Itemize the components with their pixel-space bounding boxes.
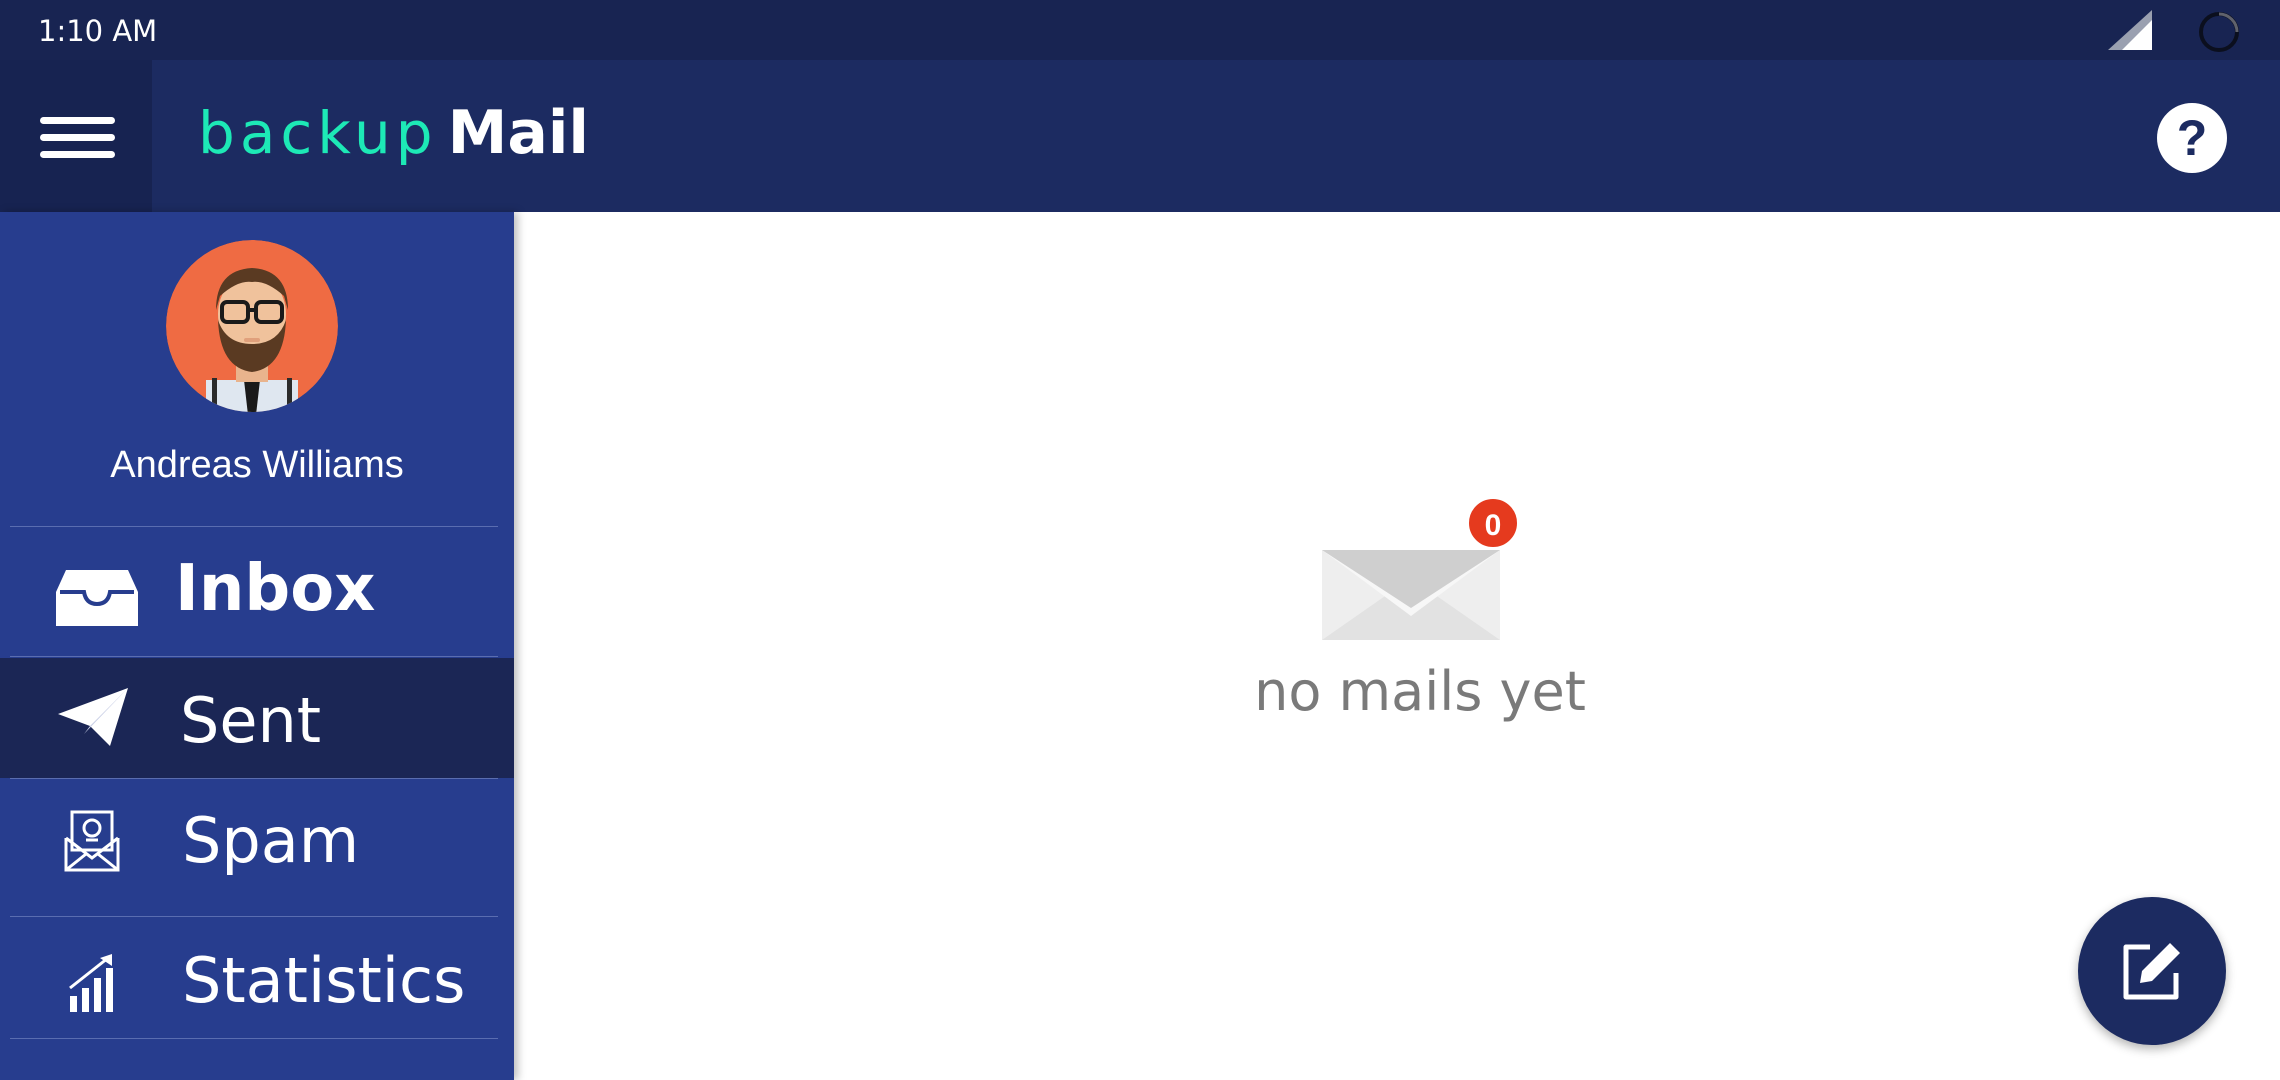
avatar xyxy=(166,240,338,412)
inbox-tray-icon xyxy=(56,570,138,626)
status-bar: 1:10 AM xyxy=(0,0,2280,60)
status-time: 1:10 AM xyxy=(38,14,158,48)
statistics-icon xyxy=(69,954,113,1012)
sidebar-item-label: Sent xyxy=(180,684,322,757)
sidebar-item-sent[interactable]: Sent xyxy=(0,658,514,778)
sidebar: Andreas Williams Inbox Sent Spam Statist… xyxy=(0,212,514,1080)
user-avatar-icon xyxy=(166,240,338,412)
logo-backup-text: backup xyxy=(198,99,438,167)
hamburger-line xyxy=(40,134,115,141)
signal-icon xyxy=(2108,10,2152,50)
sidebar-item-label: Spam xyxy=(182,804,360,877)
sidebar-item-label: Inbox xyxy=(175,552,376,626)
loading-spinner-icon xyxy=(2199,12,2239,52)
help-button[interactable]: ? xyxy=(2157,103,2227,173)
sidebar-item-statistics[interactable]: Statistics xyxy=(0,918,514,1048)
unread-count-badge: 0 xyxy=(1466,496,1520,550)
menu-button[interactable] xyxy=(0,60,152,212)
empty-state: 0 no mails yet xyxy=(1210,490,1630,740)
user-name: Andreas Williams xyxy=(110,444,404,486)
hamburger-line xyxy=(40,117,115,124)
app-bar: backup Mail ? xyxy=(0,60,2280,212)
compose-button[interactable] xyxy=(2078,897,2226,1045)
divider xyxy=(10,526,498,527)
divider xyxy=(10,1038,498,1039)
divider xyxy=(10,778,498,779)
divider xyxy=(10,916,498,917)
spam-mail-icon xyxy=(64,810,120,872)
sidebar-item-inbox[interactable]: Inbox xyxy=(0,528,514,656)
paper-plane-icon xyxy=(58,688,128,746)
empty-message: no mails yet xyxy=(1254,660,1586,723)
compose-edit-icon xyxy=(2123,943,2180,1000)
logo-mail-text: Mail xyxy=(447,98,589,168)
hamburger-line xyxy=(40,151,115,158)
divider xyxy=(10,656,498,657)
app-logo: backup Mail xyxy=(198,98,589,178)
sidebar-item-spam[interactable]: Spam xyxy=(0,780,514,906)
sidebar-item-label: Statistics xyxy=(182,944,466,1017)
